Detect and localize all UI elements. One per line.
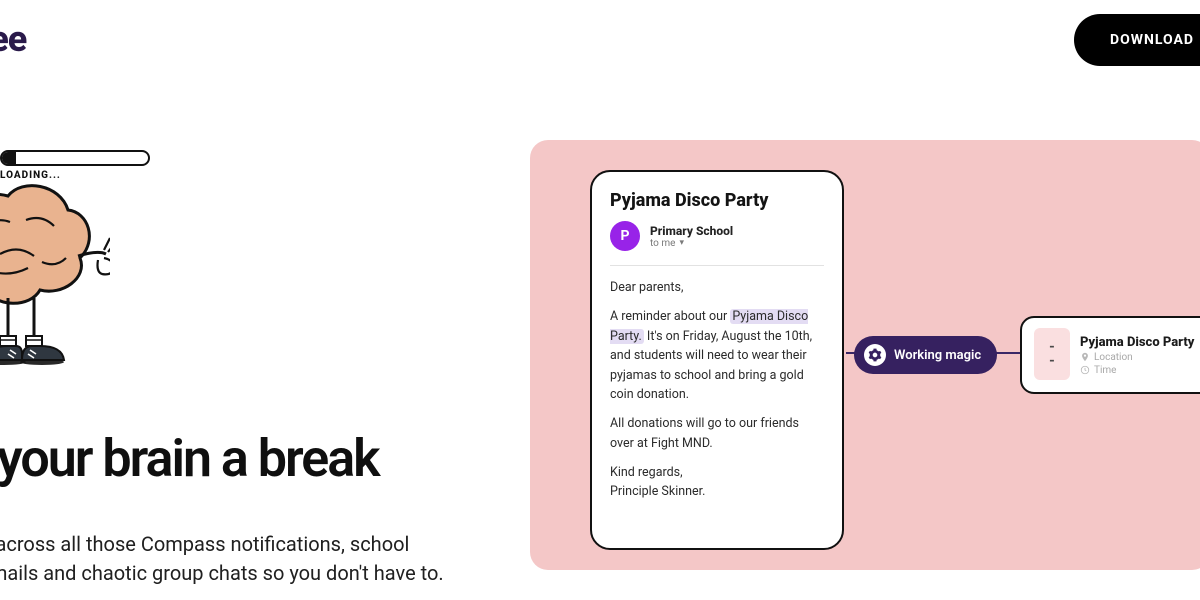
clock-icon bbox=[1080, 365, 1090, 375]
event-location-row: Location bbox=[1080, 352, 1194, 363]
email-body-pre: A reminder about our bbox=[610, 309, 730, 324]
event-date-thumb: - - bbox=[1034, 328, 1070, 380]
event-thumb-2: - bbox=[1049, 354, 1055, 368]
hero-subtext-line1: ays across all those Compass notificatio… bbox=[0, 532, 409, 556]
avatar: P bbox=[610, 221, 640, 251]
event-thumb-1: - bbox=[1049, 340, 1055, 354]
brain-illustration: LOADING... bbox=[0, 160, 160, 400]
divider bbox=[610, 265, 824, 266]
email-card: Pyjama Disco Party P Primary School to m… bbox=[590, 170, 844, 550]
email-body: Dear parents, A reminder about our Pyjam… bbox=[610, 278, 824, 502]
email-subject: Pyjama Disco Party bbox=[610, 190, 824, 211]
header: dee DOWNLOAD bbox=[0, 0, 1200, 80]
working-magic-pill: Working magic bbox=[854, 336, 997, 374]
email-from-row: P Primary School to me ▾ bbox=[610, 221, 824, 251]
chevron-down-icon: ▾ bbox=[679, 238, 684, 248]
email-signoff-2: Principle Skinner. bbox=[610, 484, 705, 499]
email-signoff: Kind regards, Principle Skinner. bbox=[610, 463, 824, 502]
location-icon bbox=[1080, 352, 1090, 362]
from-lines: Primary School to me ▾ bbox=[650, 224, 733, 249]
from-name: Primary School bbox=[650, 224, 733, 238]
email-donation-line: All donations will go to our friends ove… bbox=[610, 414, 824, 453]
loading-fill bbox=[2, 152, 16, 164]
email-signoff-1: Kind regards, bbox=[610, 465, 683, 480]
gear-icon bbox=[864, 344, 886, 366]
brain-icon bbox=[0, 170, 110, 390]
to-line[interactable]: to me ▾ bbox=[650, 238, 733, 249]
event-card[interactable]: - - Pyjama Disco Party Location Time bbox=[1020, 316, 1200, 394]
hero-headline: e your brain a break bbox=[0, 428, 379, 489]
hero-subtext: ays across all those Compass notificatio… bbox=[0, 530, 520, 588]
event-title: Pyjama Disco Party bbox=[1080, 335, 1194, 350]
event-time: Time bbox=[1094, 365, 1116, 376]
to-line-text: to me bbox=[650, 238, 675, 249]
email-greeting: Dear parents, bbox=[610, 278, 824, 297]
event-time-row: Time bbox=[1080, 365, 1194, 376]
download-button[interactable]: DOWNLOAD bbox=[1074, 14, 1200, 66]
event-location: Location bbox=[1094, 352, 1133, 363]
logo[interactable]: dee bbox=[0, 18, 26, 60]
event-meta: Pyjama Disco Party Location Time bbox=[1080, 328, 1194, 382]
hero-subtext-line2: s, emails and chaotic group chats so you… bbox=[0, 561, 444, 585]
email-body-main: A reminder about our Pyjama Disco Party.… bbox=[610, 307, 824, 404]
working-magic-label: Working magic bbox=[894, 348, 981, 363]
loading-track bbox=[0, 150, 150, 166]
